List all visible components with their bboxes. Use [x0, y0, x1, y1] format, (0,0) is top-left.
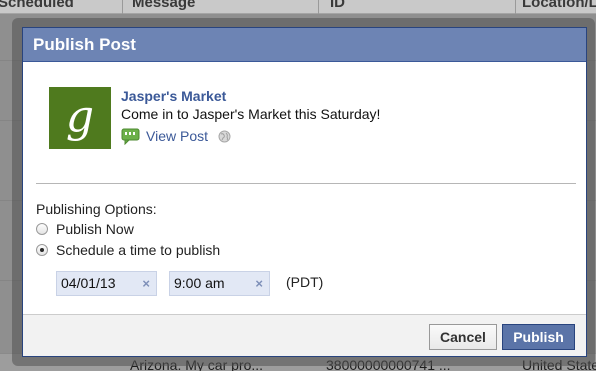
date-value: 04/01/13	[61, 275, 116, 291]
jaspers-market-logo-icon: g	[66, 93, 94, 142]
radio-schedule[interactable]: Schedule a time to publish	[36, 240, 576, 260]
publishing-options-label: Publishing Options:	[36, 201, 157, 217]
remove-date-icon[interactable]: ×	[142, 272, 150, 295]
bg-col-divider	[122, 0, 123, 14]
globe-icon	[218, 130, 231, 142]
section-divider	[36, 183, 576, 184]
page-name-link[interactable]: Jasper's Market	[121, 87, 501, 105]
view-post-link[interactable]: View Post	[146, 128, 208, 144]
bg-col-location: Location/L	[522, 0, 596, 11]
radio-label-publish-now: Publish Now	[56, 221, 134, 237]
publish-button[interactable]: Publish	[502, 324, 575, 350]
dialog-footer: Cancel Publish	[23, 314, 586, 356]
radio-button-unchecked[interactable]	[36, 223, 48, 235]
view-post-row: View Post	[121, 126, 501, 146]
publishing-options: Publishing Options: Publish Now Schedule…	[36, 200, 576, 260]
date-token[interactable]: 04/01/13 ×	[56, 271, 157, 296]
dialog-title: Publish Post	[23, 28, 586, 62]
radio-button-checked[interactable]	[36, 244, 48, 256]
bg-col-message: Message	[132, 0, 196, 11]
post-text: Jasper's Market Come in to Jasper's Mark…	[121, 87, 501, 146]
background-table-header: Scheduled Message ID Location/L	[0, 0, 596, 14]
timezone-label: (PDT)	[286, 274, 324, 290]
radio-publish-now[interactable]: Publish Now	[36, 219, 576, 239]
radio-label-schedule: Schedule a time to publish	[56, 242, 221, 258]
bg-col-divider	[515, 0, 516, 14]
time-value: 9:00 am	[174, 275, 225, 291]
bg-col-divider	[318, 0, 319, 14]
post-message: Come in to Jasper's Market this Saturday…	[121, 106, 381, 122]
time-token[interactable]: 9:00 am ×	[169, 271, 270, 296]
publish-post-dialog: Publish Post g Jasper's Market Come in t…	[22, 27, 587, 357]
bg-col-id: ID	[330, 0, 345, 11]
remove-time-icon[interactable]: ×	[255, 272, 263, 295]
logo-letter: g	[66, 93, 94, 142]
cancel-button[interactable]: Cancel	[429, 324, 497, 350]
speech-bubble-icon	[121, 128, 140, 145]
page-logo[interactable]: g	[49, 87, 111, 149]
bg-col-scheduled: Scheduled	[0, 0, 74, 11]
